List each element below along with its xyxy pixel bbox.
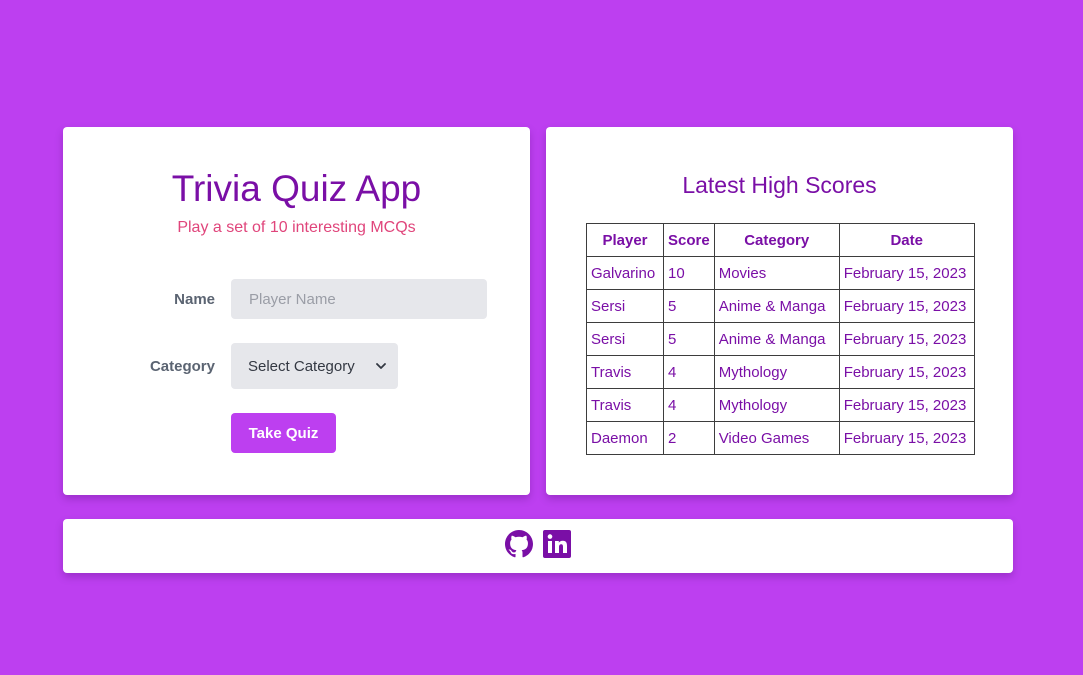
cell-score: 10 (663, 256, 715, 290)
cell-player: Travis (586, 388, 664, 422)
player-name-input[interactable] (231, 279, 487, 319)
cell-category: Mythology (713, 355, 840, 389)
github-icon[interactable] (505, 529, 533, 563)
name-label: Name (174, 291, 215, 308)
cell-date: February 15, 2023 (838, 355, 975, 389)
quiz-card: Trivia Quiz App Play a set of 10 interes… (63, 127, 530, 495)
column-header-date: Date (838, 223, 975, 257)
cell-date: February 15, 2023 (838, 256, 975, 290)
cell-date: February 15, 2023 (838, 289, 975, 323)
category-select[interactable]: Select Category (231, 343, 398, 389)
cell-player: Daemon (586, 421, 664, 455)
cell-category: Anime & Manga (713, 322, 840, 356)
cell-date: February 15, 2023 (838, 322, 975, 356)
chevron-down-icon (376, 361, 386, 371)
table-row: Sersi 5 Anime & Manga February 15, 2023 (586, 289, 975, 323)
high-scores-table: Player Score Category Date Galvarino 10 … (586, 223, 975, 455)
cell-score: 5 (663, 322, 715, 356)
table-row: Galvarino 10 Movies February 15, 2023 (586, 256, 975, 290)
column-header-player: Player (586, 223, 664, 257)
linkedin-icon[interactable] (543, 529, 571, 563)
footer (63, 519, 1013, 573)
cell-category: Anime & Manga (713, 289, 840, 323)
cell-player: Sersi (586, 322, 664, 356)
table-header-row: Player Score Category Date (586, 223, 975, 257)
cell-player: Galvarino (586, 256, 664, 290)
table-row: Daemon 2 Video Games February 15, 2023 (586, 421, 975, 455)
cell-category: Movies (713, 256, 840, 290)
cell-date: February 15, 2023 (838, 388, 975, 422)
cell-score: 2 (663, 421, 715, 455)
cell-score: 4 (663, 388, 715, 422)
table-row: Sersi 5 Anime & Manga February 15, 2023 (586, 322, 975, 356)
cell-category: Video Games (713, 421, 840, 455)
cell-score: 4 (663, 355, 715, 389)
category-select-value: Select Category (248, 357, 355, 375)
column-header-score: Score (663, 223, 715, 257)
high-scores-title: Latest High Scores (682, 172, 877, 198)
table-row: Travis 4 Mythology February 15, 2023 (586, 355, 975, 389)
cell-score: 5 (663, 289, 715, 323)
cell-category: Mythology (713, 388, 840, 422)
app-title: Trivia Quiz App (171, 168, 422, 209)
take-quiz-button[interactable]: Take Quiz (231, 413, 336, 453)
category-label: Category (149, 358, 215, 375)
cell-date: February 15, 2023 (838, 421, 975, 455)
app-subtitle: Play a set of 10 interesting MCQs (177, 219, 416, 236)
cell-player: Travis (586, 355, 664, 389)
cell-player: Sersi (586, 289, 664, 323)
column-header-category: Category (713, 223, 840, 257)
high-scores-card: Latest High Scores Player Score Category… (546, 127, 1013, 495)
table-row: Travis 4 Mythology February 15, 2023 (586, 388, 975, 422)
